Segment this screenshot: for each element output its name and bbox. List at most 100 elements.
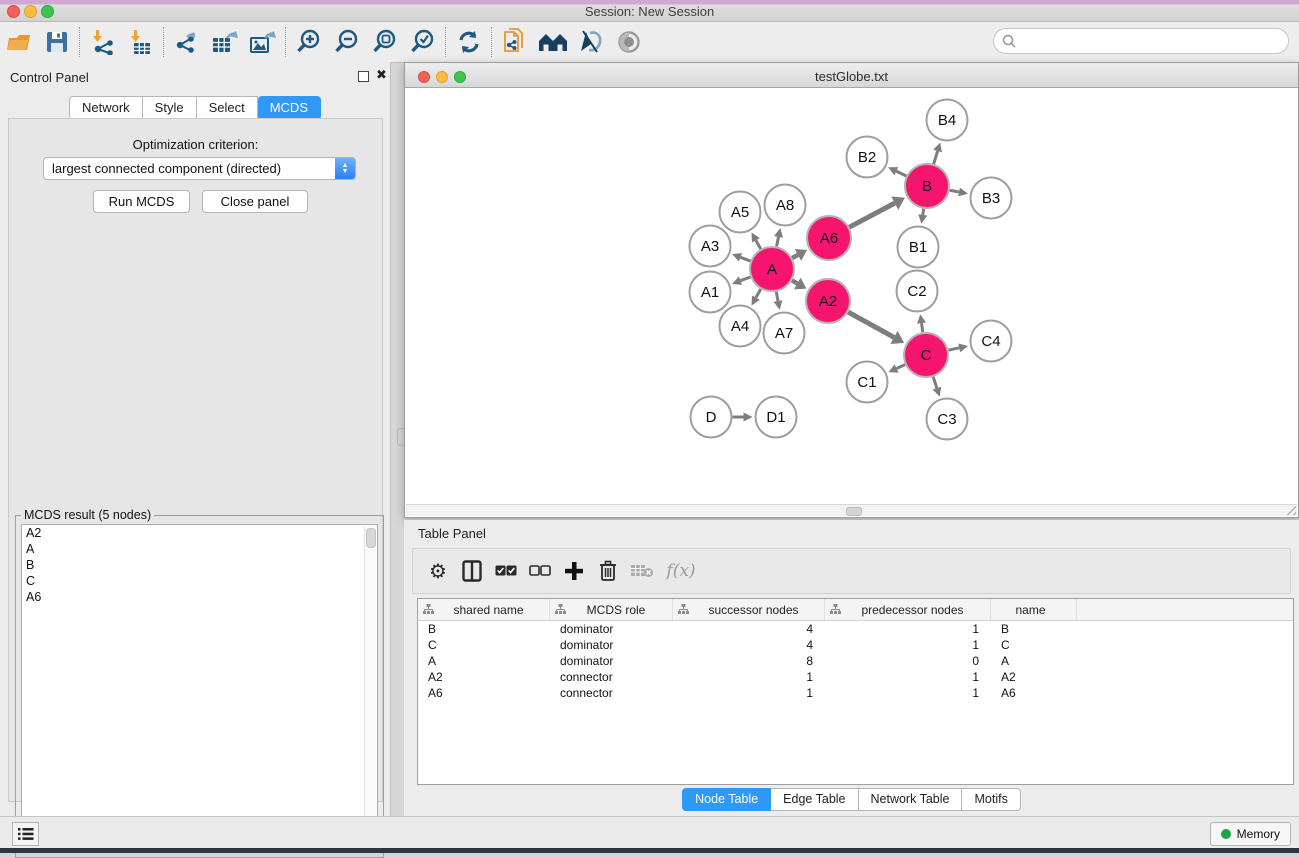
graph-edge-C-C4[interactable] <box>948 348 959 350</box>
tab-edge-table[interactable]: Edge Table <box>771 788 858 811</box>
export-table-button[interactable] <box>206 25 244 59</box>
column-header-predecessor-nodes[interactable]: predecessor nodes <box>825 599 991 620</box>
table-cell[interactable]: A6 <box>991 685 1077 701</box>
table-cell[interactable]: 1 <box>673 669 825 685</box>
graph-edge-A-A2[interactable] <box>792 280 797 283</box>
table-cell[interactable]: 8 <box>673 653 825 669</box>
tab-mcds[interactable]: MCDS <box>258 96 321 120</box>
export-image-button[interactable] <box>244 25 282 59</box>
table-cell[interactable]: dominator <box>550 621 673 637</box>
deselect-all-rows-button[interactable] <box>523 553 557 589</box>
table-cell[interactable]: C <box>418 637 550 653</box>
table-cell[interactable]: 1 <box>673 685 825 701</box>
create-column-button[interactable] <box>557 553 591 589</box>
save-session-button[interactable] <box>38 25 76 59</box>
home-networks-button[interactable] <box>534 25 572 59</box>
import-network-button[interactable] <box>84 25 122 59</box>
network-canvas[interactable]: B4B2BB3A5A8A6B1A3AA1C2A2A4A7C4CC1C3DD1 <box>404 88 1299 518</box>
table-cell[interactable]: 4 <box>673 621 825 637</box>
table-row[interactable]: A6connector11A6 <box>418 685 1293 701</box>
column-header-name[interactable]: name <box>991 599 1077 620</box>
delete-column-button[interactable] <box>591 553 625 589</box>
import-table-button[interactable] <box>122 25 160 59</box>
result-item[interactable]: A2 <box>22 525 377 541</box>
graph-edge-A-A8[interactable] <box>777 237 779 247</box>
graph-edge-A-A1[interactable] <box>740 277 750 281</box>
task-history-button[interactable] <box>12 822 39 846</box>
zoom-in-button[interactable] <box>290 25 328 59</box>
table-cell[interactable]: connector <box>550 669 673 685</box>
network-horizontal-scrollbar[interactable] <box>406 504 1297 516</box>
table-cell[interactable]: A2 <box>991 669 1077 685</box>
table-cell[interactable]: 1 <box>825 669 991 685</box>
tab-motifs[interactable]: Motifs <box>962 788 1020 811</box>
close-panel-button[interactable]: Close panel <box>202 190 308 213</box>
scrollbar-thumb[interactable] <box>366 528 376 548</box>
clone-network-button[interactable] <box>496 25 534 59</box>
graph-edge-B-B2[interactable] <box>896 171 906 176</box>
float-panel-icon[interactable] <box>358 71 369 82</box>
search-field[interactable] <box>993 28 1289 54</box>
table-row[interactable]: Bdominator41B <box>418 621 1293 637</box>
result-item[interactable]: A <box>22 541 377 557</box>
table-cell[interactable]: 1 <box>825 685 991 701</box>
result-list-scrollbar[interactable] <box>364 526 376 850</box>
result-item[interactable]: C <box>22 573 377 589</box>
graph-edge-B-B1[interactable] <box>923 209 924 215</box>
table-cell[interactable]: connector <box>550 685 673 701</box>
graph-edge-A-A5[interactable] <box>756 240 761 249</box>
table-cell[interactable]: 4 <box>673 637 825 653</box>
graph-edge-A2-C[interactable] <box>848 312 894 337</box>
graph-edge-A-A7[interactable] <box>776 292 778 301</box>
table-cell[interactable]: B <box>991 621 1077 637</box>
network-window-titlebar[interactable]: testGlobe.txt <box>404 62 1299 88</box>
zoom-selected-button[interactable] <box>404 25 442 59</box>
optimization-criterion-select[interactable]: largest connected component (directed) ▲… <box>43 157 356 180</box>
close-panel-icon[interactable]: ✖ <box>376 68 387 82</box>
annotation-toggle-button[interactable] <box>572 25 610 59</box>
export-network-button[interactable] <box>168 25 206 59</box>
mcds-result-list[interactable]: A2ABCA6 <box>21 524 378 852</box>
run-mcds-button[interactable]: Run MCDS <box>93 190 190 213</box>
tab-network[interactable]: Network <box>69 96 143 120</box>
table-cell[interactable]: A2 <box>418 669 550 685</box>
table-row[interactable]: A2connector11A2 <box>418 669 1293 685</box>
open-session-button[interactable] <box>0 25 38 59</box>
graph-edge-C-C3[interactable] <box>933 377 937 388</box>
zoom-fit-button[interactable] <box>366 25 404 59</box>
column-header-shared-name[interactable]: shared name <box>418 599 550 620</box>
column-browser-button[interactable] <box>455 553 489 589</box>
table-cell[interactable]: B <box>418 621 550 637</box>
table-cell[interactable]: 1 <box>825 621 991 637</box>
zoom-out-button[interactable] <box>328 25 366 59</box>
select-all-rows-button[interactable] <box>489 553 523 589</box>
result-item[interactable]: A6 <box>22 589 377 605</box>
table-cell[interactable]: dominator <box>550 637 673 653</box>
tab-style[interactable]: Style <box>143 96 197 120</box>
graphics-details-button[interactable] <box>610 25 648 59</box>
table-row[interactable]: Cdominator41C <box>418 637 1293 653</box>
table-cell[interactable]: A <box>991 653 1077 669</box>
search-input[interactable] <box>1020 33 1288 49</box>
graph-edge-A-A3[interactable] <box>740 257 750 261</box>
refresh-button[interactable] <box>450 25 488 59</box>
graph-edge-C-C1[interactable] <box>897 365 906 369</box>
table-settings-button[interactable]: ⚙ <box>421 553 455 589</box>
tab-select[interactable]: Select <box>197 96 258 120</box>
graph-edge-A-A4[interactable] <box>756 289 761 298</box>
memory-button[interactable]: Memory <box>1210 822 1291 846</box>
graph-edge-A6-B[interactable] <box>849 203 894 227</box>
tab-node-table[interactable]: Node Table <box>682 788 771 811</box>
table-cell[interactable]: 1 <box>825 637 991 653</box>
column-header-successor-nodes[interactable]: successor nodes <box>673 599 825 620</box>
table-cell[interactable]: 0 <box>825 653 991 669</box>
result-item[interactable]: B <box>22 557 377 573</box>
table-cell[interactable]: dominator <box>550 653 673 669</box>
graph-edge-A-A6[interactable] <box>792 255 798 258</box>
column-header-MCDS-role[interactable]: MCDS role <box>550 599 673 620</box>
scrollbar-thumb[interactable] <box>846 507 862 516</box>
table-cell[interactable]: A6 <box>418 685 550 701</box>
graph-edge-B-B4[interactable] <box>934 151 938 164</box>
graph-edge-B-B3[interactable] <box>950 190 959 192</box>
network-vertical-scrollbar[interactable] <box>397 90 403 516</box>
